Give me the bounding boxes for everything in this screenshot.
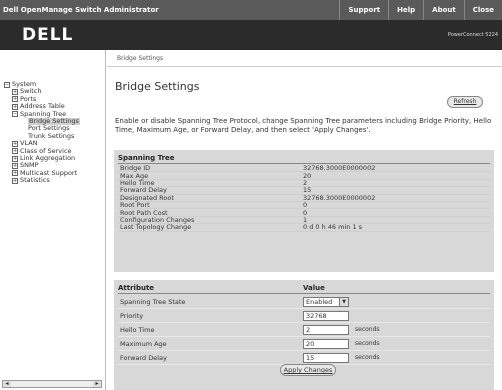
- status-row-value: 0 d 0 h 46 min 1 s: [303, 223, 363, 232]
- nav-item-statistics[interactable]: + Statistics: [4, 176, 80, 185]
- expand-icon[interactable]: +: [12, 103, 18, 110]
- hello-time-input[interactable]: 2: [303, 324, 349, 335]
- value-column-header: Value: [303, 284, 325, 292]
- forward-delay-row: Forward Delay 15 seconds: [118, 351, 490, 365]
- stp-state-label: Spanning Tree State: [120, 297, 186, 306]
- breadcrumb-label: Bridge Settings: [117, 54, 164, 62]
- status-row-key: Last Topology Change: [120, 223, 192, 232]
- app-title: Dell OpenManage Switch Administrator: [3, 6, 159, 14]
- apply-changes-button[interactable]: Apply Changes: [280, 364, 336, 376]
- collapse-icon[interactable]: −: [4, 81, 10, 88]
- main-content: Bridge Settings Bridge Settings Refresh …: [107, 50, 502, 390]
- about-link[interactable]: About: [423, 0, 464, 20]
- nav-tree: − System + Switch + Ports + Address Table − Spann…: [4, 80, 80, 185]
- header-links: Support Help About Close: [339, 0, 502, 20]
- max-age-label: Maximum Age: [120, 339, 167, 348]
- nav-panel: − System + Switch + Ports + Address Table − Spann…: [0, 50, 106, 390]
- expand-icon[interactable]: +: [12, 177, 18, 184]
- forward-delay-input[interactable]: 15: [303, 352, 349, 363]
- expand-icon[interactable]: +: [12, 155, 18, 162]
- expand-icon[interactable]: +: [12, 170, 18, 177]
- hello-time-row: Hello Time 2 seconds: [118, 323, 490, 337]
- hello-time-label: Hello Time: [120, 325, 155, 334]
- attribute-column-header: Attribute: [118, 284, 155, 292]
- model-name: PowerConnect 5224: [447, 32, 498, 38]
- dropdown-arrow-icon[interactable]: ▼: [339, 297, 348, 306]
- banner: DELL PowerConnect 5224: [0, 20, 502, 50]
- status-row: Last Topology Change 0 d 0 h 46 min 1 s: [118, 223, 490, 232]
- expand-icon[interactable]: +: [12, 148, 18, 155]
- hello-time-unit: seconds: [355, 326, 380, 333]
- help-link[interactable]: Help: [388, 0, 423, 20]
- priority-label: Priority: [120, 311, 144, 320]
- max-age-unit: seconds: [355, 340, 380, 347]
- top-bar: Dell OpenManage Switch Administrator Sup…: [0, 0, 502, 20]
- collapse-icon[interactable]: −: [12, 111, 18, 118]
- refresh-button[interactable]: Refresh: [447, 96, 483, 108]
- scroll-left-icon[interactable]: ◂: [3, 381, 11, 387]
- forward-delay-label: Forward Delay: [120, 353, 167, 362]
- max-age-input[interactable]: 20: [303, 338, 349, 349]
- priority-row: Priority 32768: [118, 309, 490, 323]
- stp-state-row: Spanning Tree State Enabled ▼: [118, 295, 490, 309]
- nav-item-link-aggregation[interactable]: + Link Aggregation: [4, 154, 80, 162]
- expand-icon[interactable]: +: [12, 140, 18, 147]
- page-description: Enable or disable Spanning Tree Protocol…: [115, 117, 492, 134]
- dell-logo: DELL: [22, 25, 74, 45]
- close-link[interactable]: Close: [463, 0, 502, 20]
- stp-state-value: Enabled: [306, 297, 333, 306]
- expand-icon[interactable]: +: [12, 162, 18, 169]
- spanning-tree-status-table: Spanning Tree Bridge ID 32768.3000E000000…: [114, 150, 494, 272]
- page-title: Bridge Settings: [115, 80, 200, 93]
- forward-delay-unit: seconds: [355, 354, 380, 361]
- nav-horizontal-scrollbar[interactable]: ◂ ▸: [2, 380, 102, 388]
- expand-icon[interactable]: +: [12, 89, 18, 96]
- nav-item-trunk-settings[interactable]: Trunk Settings: [4, 132, 80, 140]
- expand-icon[interactable]: +: [12, 96, 18, 103]
- nav-item-switch[interactable]: + Switch: [4, 87, 80, 96]
- stp-state-select[interactable]: Enabled ▼: [303, 296, 349, 307]
- nav-item-label: Statistics: [20, 176, 50, 185]
- scroll-right-icon[interactable]: ▸: [93, 381, 101, 387]
- nav-item-system[interactable]: − System: [4, 80, 80, 88]
- status-table-header: Spanning Tree: [118, 154, 490, 164]
- priority-input[interactable]: 32768: [303, 310, 349, 321]
- support-link[interactable]: Support: [339, 0, 388, 20]
- breadcrumb: Bridge Settings: [107, 50, 502, 67]
- settings-table-header: Attribute Value: [118, 284, 490, 294]
- max-age-row: Maximum Age 20 seconds: [118, 337, 490, 351]
